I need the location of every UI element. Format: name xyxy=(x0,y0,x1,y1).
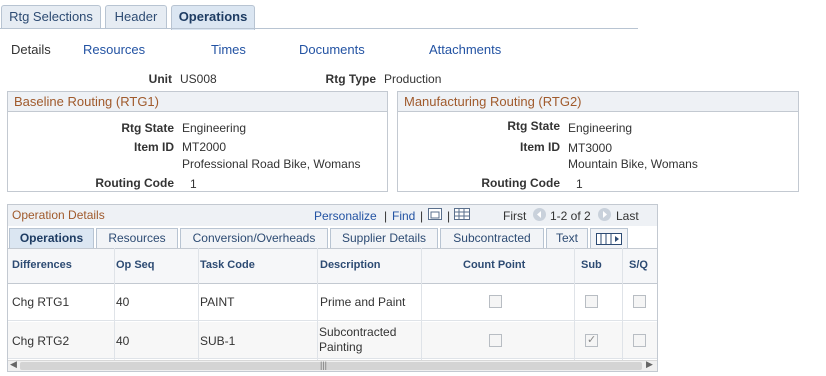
nav-separator: | xyxy=(447,209,451,223)
rtg-type-label: Rtg Type xyxy=(325,72,376,86)
column-divider xyxy=(317,248,318,360)
find-link[interactable]: Find xyxy=(392,209,415,223)
link-documents[interactable]: Documents xyxy=(299,42,365,57)
baseline-item-id-label: Item ID xyxy=(133,140,174,154)
column-divider xyxy=(198,248,199,360)
first-label: First xyxy=(503,209,527,223)
grid-tab-operations[interactable]: Operations xyxy=(9,228,94,248)
tab-header[interactable]: Header xyxy=(105,5,167,29)
col-differences[interactable]: Differences xyxy=(12,259,72,271)
cell-op-seq: 40 xyxy=(116,334,130,348)
manufacturing-item-description: Mountain Bike, Womans xyxy=(568,157,698,171)
count-point-checkbox[interactable] xyxy=(489,295,502,308)
sub-checkbox[interactable] xyxy=(585,333,598,347)
scroll-right-icon[interactable]: ▶ xyxy=(646,359,653,370)
grid-column-headers: Differences Op Seq Task Code Description… xyxy=(8,248,657,284)
grid-tab-resources[interactable]: Resources xyxy=(96,228,178,248)
spreadsheet-icon[interactable] xyxy=(454,208,470,220)
tab-operations[interactable]: Operations xyxy=(171,5,255,30)
sub-checkbox[interactable] xyxy=(585,295,598,308)
col-task-code[interactable]: Task Code xyxy=(200,259,255,271)
table-row: Chg RTG2 40 SUB-1 Subcontracted Painting xyxy=(8,322,657,359)
operation-details-grid: Operation Details Personalize | Find | |… xyxy=(7,204,658,372)
sq-checkbox[interactable] xyxy=(633,334,646,347)
prev-arrow-icon[interactable] xyxy=(533,208,546,221)
manufacturing-rtg-state-label: Rtg State xyxy=(507,119,560,133)
manufacturing-routing-code-value: 1 xyxy=(576,177,583,191)
grid-title: Operation Details xyxy=(12,208,105,222)
link-times[interactable]: Times xyxy=(211,42,246,57)
col-op-seq[interactable]: Op Seq xyxy=(116,259,155,271)
manufacturing-item-id-value: MT3000 xyxy=(568,141,613,155)
last-label: Last xyxy=(616,209,639,223)
cell-differences: Chg RTG2 xyxy=(12,334,70,348)
column-divider xyxy=(421,248,422,360)
row-range: 1-2 of 2 xyxy=(550,209,591,223)
cell-description: Subcontracted Painting xyxy=(319,325,397,354)
link-attachments[interactable]: Attachments xyxy=(429,42,501,57)
col-sq[interactable]: S/Q xyxy=(629,259,648,271)
cell-differences: Chg RTG1 xyxy=(12,295,70,309)
scrollbar-thumb[interactable] xyxy=(20,362,642,370)
manufacturing-item-id-label: Item ID xyxy=(519,140,560,154)
cell-task-code: PAINT xyxy=(200,295,235,309)
cell-task-code: SUB-1 xyxy=(200,334,236,348)
sq-checkbox[interactable] xyxy=(633,295,646,308)
grid-tab-supplier-details[interactable]: Supplier Details xyxy=(330,228,438,248)
scroll-left-icon[interactable]: ◀ xyxy=(10,359,17,370)
grid-header-bar: Operation Details Personalize | Find | |… xyxy=(8,205,657,226)
next-arrow-icon[interactable] xyxy=(598,208,611,221)
view-all-icon[interactable] xyxy=(428,208,442,220)
personalize-link[interactable]: Personalize xyxy=(314,209,377,223)
nav-separator: | xyxy=(420,209,424,223)
baseline-routing-title: Baseline Routing (RTG1) xyxy=(8,92,387,112)
column-divider xyxy=(574,248,575,360)
manufacturing-routing-code-label: Routing Code xyxy=(481,176,560,190)
grid-tab-subcontracted[interactable]: Subcontracted xyxy=(440,228,544,248)
baseline-item-id-value: MT2000 xyxy=(182,140,227,154)
cell-description: Prime and Paint xyxy=(320,295,406,309)
rtg-type-value: Production xyxy=(384,72,442,86)
col-count-point[interactable]: Count Point xyxy=(463,259,525,271)
count-point-checkbox[interactable] xyxy=(489,334,502,347)
tab-underline xyxy=(0,28,638,29)
column-divider xyxy=(114,248,115,360)
manufacturing-routing-title: Manufacturing Routing (RTG2) xyxy=(398,92,798,112)
show-all-columns-icon[interactable] xyxy=(590,228,628,248)
unit-value: US008 xyxy=(180,72,217,86)
tab-rtg-selections[interactable]: Rtg Selections xyxy=(1,5,101,29)
baseline-routing-code-value: 1 xyxy=(190,177,197,191)
horizontal-scrollbar[interactable]: ◀ ||| ▶ xyxy=(8,359,657,371)
scrollbar-grip-icon: ||| xyxy=(320,360,328,370)
grid-tab-text[interactable]: Text xyxy=(546,228,588,248)
nav-separator: | xyxy=(384,209,388,223)
link-resources[interactable]: Resources xyxy=(83,42,145,57)
grid-tab-conversion-overheads[interactable]: Conversion/Overheads xyxy=(180,228,328,248)
col-sub[interactable]: Sub xyxy=(581,259,602,271)
link-details: Details xyxy=(11,42,51,57)
column-divider xyxy=(622,248,623,360)
col-description[interactable]: Description xyxy=(320,259,381,271)
baseline-routing-code-label: Routing Code xyxy=(95,176,174,190)
cell-op-seq: 40 xyxy=(116,295,130,309)
table-row: Chg RTG1 40 PAINT Prime and Paint xyxy=(8,285,657,321)
baseline-rtg-state-label: Rtg State xyxy=(121,121,174,135)
baseline-item-description: Professional Road Bike, Womans xyxy=(182,157,361,171)
manufacturing-rtg-state-value: Engineering xyxy=(568,121,633,135)
baseline-rtg-state-value: Engineering xyxy=(182,121,247,135)
unit-label: Unit xyxy=(148,72,172,86)
